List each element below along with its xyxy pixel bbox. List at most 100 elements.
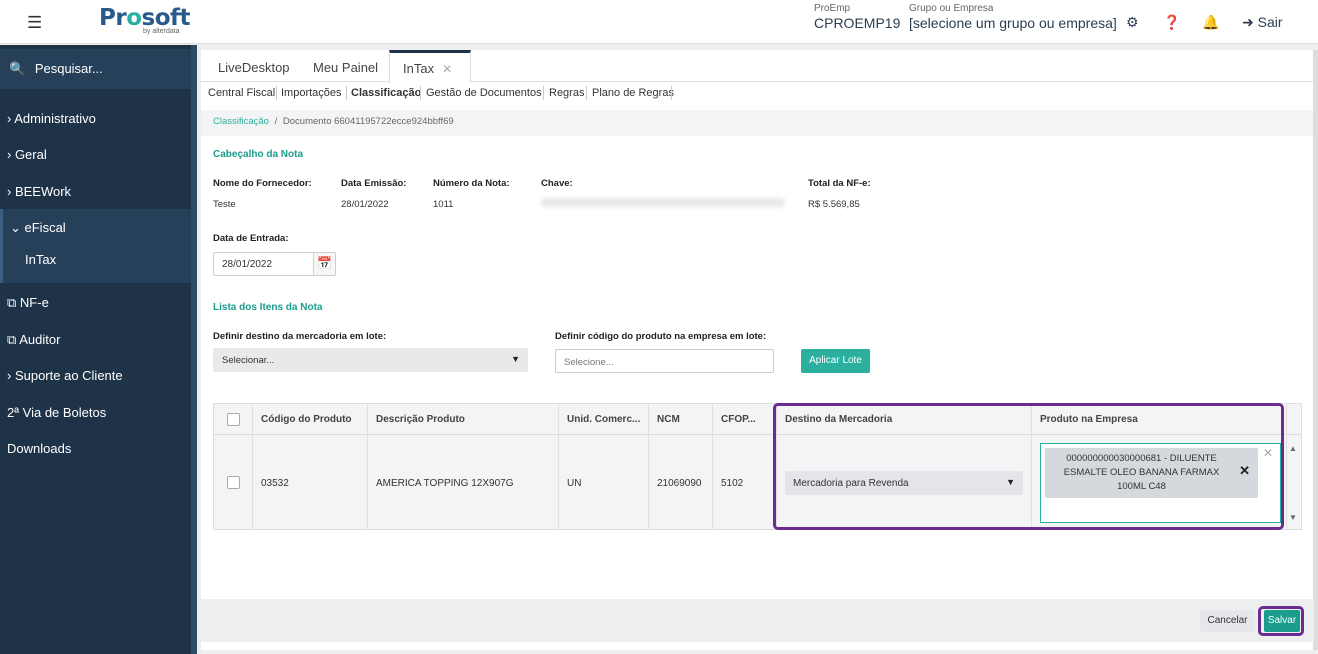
tab-label: Meu Painel — [313, 60, 379, 75]
subnav-plano-regras[interactable]: Plano de Regras — [592, 87, 674, 99]
logout-label: Sair — [1257, 14, 1283, 30]
column-divider — [1286, 404, 1287, 529]
bell-icon[interactable]: 🔔 — [1202, 14, 1219, 31]
aplicar-lote-button[interactable]: Aplicar Lote — [801, 349, 870, 373]
search-icon: 🔍 — [9, 61, 26, 76]
logout-icon: ➜ — [1242, 14, 1254, 30]
section-title-lista: Lista dos Itens da Nota — [213, 302, 323, 313]
entrada-date-value: 28/01/2022 — [222, 259, 273, 270]
main-scrollbar[interactable] — [1313, 50, 1318, 650]
row-checkbox[interactable] — [227, 476, 240, 489]
tab-livedesktop[interactable]: LiveDesktop — [218, 50, 290, 82]
cell-descricao: AMERICA TOPPING 12X907G — [376, 478, 514, 489]
emissao-value: 28/01/2022 — [341, 199, 389, 210]
col-unid[interactable]: Unid. Comerc... — [567, 414, 640, 425]
sidebar-item-administrativo[interactable]: › Administrativo — [0, 111, 191, 126]
sidebar-item-boletos[interactable]: 2ª Via de Boletos — [0, 405, 191, 420]
logout-button[interactable]: ➜ Sair — [1242, 14, 1283, 31]
tab-intax[interactable]: InTax ✕ — [389, 50, 471, 83]
external-link-icon: ⧉ — [7, 295, 17, 310]
sidebar-item-beework[interactable]: › BEEWork — [0, 184, 191, 199]
cell-ncm: 21069090 — [657, 478, 702, 489]
column-divider — [558, 404, 559, 529]
subnav-central-fiscal[interactable]: Central Fiscal — [208, 87, 275, 99]
sidebar-item-suporte[interactable]: › Suporte ao Cliente — [0, 368, 191, 383]
top-bar: ☰ Prosoft by alterdata ProEmp CPROEMP19 … — [0, 0, 1318, 44]
col-descricao[interactable]: Descrição Produto — [376, 414, 465, 425]
sidebar-item-geral[interactable]: › Geral — [0, 147, 191, 162]
sidebar-item-label: › BEEWork — [7, 184, 72, 199]
cell-unid: UN — [567, 478, 582, 489]
fornecedor-value: Teste — [213, 199, 236, 210]
col-codigo[interactable]: Código do Produto — [261, 414, 352, 425]
external-link-icon: ⧉ — [7, 332, 17, 347]
menu-icon[interactable]: ☰ — [27, 13, 42, 33]
tab-meupainel[interactable]: Meu Painel — [313, 50, 378, 82]
entrada-label: Data de Entrada: — [213, 233, 289, 244]
sidebar-item-efiscal[interactable]: ⌄ eFiscal — [0, 220, 191, 236]
sidebar-item-nfe[interactable]: ⧉ NF-e — [0, 295, 191, 311]
sidebar-item-auditor[interactable]: ⧉ Auditor — [0, 332, 191, 348]
tab-label: LiveDesktop — [218, 60, 290, 75]
destino-lote-select[interactable]: Selecionar... ▼ — [213, 348, 528, 372]
sidebar-search[interactable]: 🔍 Pesquisar... — [0, 49, 191, 89]
column-divider — [648, 404, 649, 529]
sidebar-item-label: › Geral — [7, 147, 47, 162]
fornecedor-label: Nome do Fornecedor: — [213, 178, 312, 189]
caret-down-icon: ▼ — [511, 354, 520, 364]
highlight-annotation — [773, 403, 1284, 530]
scroll-up-icon[interactable]: ▲ — [1289, 444, 1297, 453]
help-icon[interactable]: ❓ — [1163, 14, 1180, 31]
codigo-lote-placeholder: Selecione... — [564, 357, 614, 368]
scroll-down-icon[interactable]: ▼ — [1289, 513, 1297, 522]
cancel-button[interactable]: Cancelar — [1200, 610, 1255, 632]
proemp-value: CPROEMP19 — [814, 15, 901, 31]
subnav-separator — [346, 86, 347, 100]
close-icon[interactable]: ✕ — [442, 62, 452, 76]
sidebar-item-label: NF-e — [19, 295, 49, 310]
subnav-separator — [420, 86, 421, 100]
logo[interactable]: Prosoft by alterdata — [99, 5, 191, 35]
calendar-icon[interactable]: 📅 — [313, 253, 335, 275]
column-divider — [367, 404, 368, 529]
destino-lote-label: Definir destino da mercadoria em lote: — [213, 331, 387, 342]
logo-text: Pr — [99, 5, 127, 31]
col-cfop[interactable]: CFOP... — [721, 414, 756, 425]
col-ncm[interactable]: NCM — [657, 414, 680, 425]
total-value: R$ 5.569,85 — [808, 199, 860, 210]
aplicar-lote-label: Aplicar Lote — [809, 355, 862, 366]
cancel-label: Cancelar — [1207, 615, 1248, 626]
sidebar-scrollbar[interactable] — [191, 45, 197, 654]
cell-cfop: 5102 — [721, 478, 744, 489]
breadcrumb-separator: / — [274, 116, 278, 127]
proemp-selector[interactable]: ProEmp CPROEMP19 — [814, 3, 900, 31]
breadcrumb-link[interactable]: Classificação — [213, 116, 269, 127]
sidebar-item-intax[interactable]: InTax — [0, 252, 191, 267]
numero-label: Número da Nota: — [433, 178, 510, 189]
subnav-separator — [543, 86, 544, 100]
tab-label: InTax — [403, 61, 435, 76]
subnav-regras[interactable]: Regras — [549, 87, 584, 99]
subnav-importacoes[interactable]: Importações — [281, 87, 342, 99]
chave-value-redacted — [541, 198, 785, 207]
subnav-gestao-documentos[interactable]: Gestão de Documentos — [426, 87, 542, 99]
numero-value: 1011 — [433, 199, 454, 210]
subnav-separator — [586, 86, 587, 100]
subnav-separator — [671, 86, 672, 100]
sidebar-item-downloads[interactable]: Downloads — [0, 441, 191, 456]
breadcrumb-current: Documento 66041195722ecce924bbff69 — [282, 116, 454, 127]
column-divider — [252, 404, 253, 529]
subnav-classificacao[interactable]: Classificação — [351, 87, 421, 99]
destino-lote-value: Selecionar... — [222, 355, 275, 366]
sidebar-item-label: ⌄ eFiscal — [10, 220, 66, 235]
select-all-checkbox[interactable] — [227, 413, 240, 426]
footer-bar — [201, 599, 1314, 642]
entrada-date-input[interactable]: 28/01/2022 📅 — [213, 252, 336, 276]
section-title-cabecalho: Cabeçalho da Nota — [213, 149, 304, 160]
subnav-separator — [276, 86, 277, 100]
codigo-lote-input[interactable]: Selecione... — [555, 349, 774, 373]
codigo-lote-label: Definir código do produto na empresa em … — [555, 331, 767, 342]
gear-icon[interactable]: ⚙ — [1126, 14, 1139, 31]
grupo-selector[interactable]: Grupo ou Empresa [selecione um grupo ou … — [909, 3, 1117, 31]
sidebar-item-label: Downloads — [7, 441, 72, 456]
